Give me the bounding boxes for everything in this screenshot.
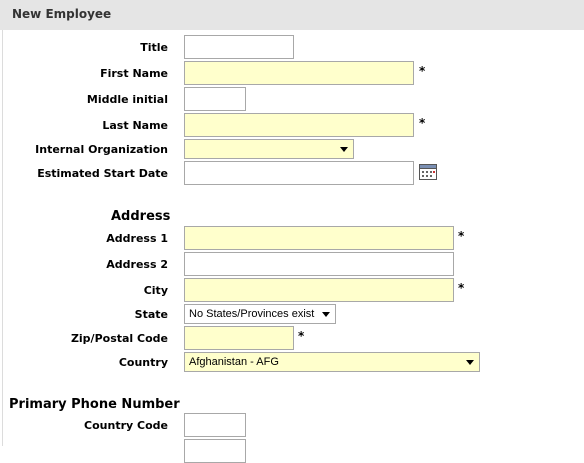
country-code-label: Country Code — [84, 419, 168, 432]
city-input[interactable] — [184, 278, 454, 302]
area-code-input[interactable] — [184, 439, 246, 463]
middle-initial-label: Middle initial — [86, 93, 168, 106]
chevron-down-icon — [322, 312, 330, 317]
last-name-input[interactable] — [184, 113, 414, 137]
title-label: Title — [140, 41, 168, 54]
required-marker: * — [419, 116, 426, 130]
form-title: New Employee — [12, 7, 112, 21]
first-name-label: First Name — [100, 67, 168, 80]
internal-org-select[interactable] — [184, 139, 354, 159]
state-label: State — [134, 308, 168, 321]
middle-initial-input[interactable] — [184, 87, 246, 111]
form-header: New Employee — [0, 0, 584, 30]
state-value: No States/Provinces exist — [189, 308, 315, 320]
country-label: Country — [118, 356, 168, 369]
address-section-heading: Address — [111, 209, 171, 224]
first-name-input[interactable] — [184, 61, 414, 85]
title-input[interactable] — [184, 35, 294, 59]
required-marker: * — [298, 329, 305, 343]
start-date-input[interactable] — [184, 161, 414, 185]
country-value: Afghanistan - AFG — [189, 356, 279, 368]
calendar-icon[interactable] — [419, 164, 437, 180]
zip-input[interactable] — [184, 326, 294, 350]
required-marker: * — [458, 229, 465, 243]
panel-border — [2, 30, 3, 446]
city-label: City — [143, 284, 168, 297]
country-code-input[interactable] — [184, 413, 246, 437]
required-marker: * — [419, 64, 426, 78]
country-select[interactable]: Afghanistan - AFG — [184, 352, 480, 372]
address1-label: Address 1 — [106, 232, 168, 245]
zip-label: Zip/Postal Code — [70, 332, 168, 345]
address2-label: Address 2 — [106, 258, 168, 271]
address1-input[interactable] — [184, 226, 454, 250]
internal-org-label: Internal Organization — [35, 143, 168, 156]
state-select[interactable]: No States/Provinces exist — [184, 304, 336, 324]
phone-section-heading: Primary Phone Number — [9, 397, 180, 412]
required-marker: * — [458, 281, 465, 295]
chevron-down-icon — [466, 360, 474, 365]
last-name-label: Last Name — [102, 119, 168, 132]
start-date-label: Estimated Start Date — [37, 167, 168, 180]
chevron-down-icon — [340, 147, 348, 152]
address2-input[interactable] — [184, 252, 454, 276]
